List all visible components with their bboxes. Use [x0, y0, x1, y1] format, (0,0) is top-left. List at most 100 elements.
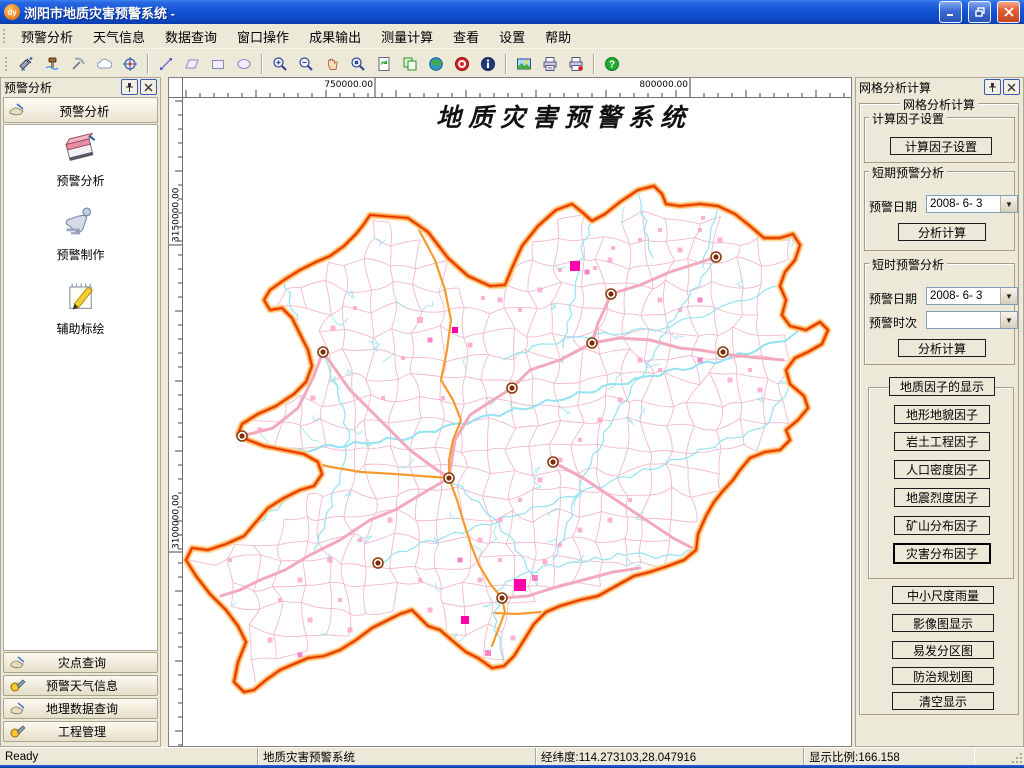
menubar: 预警分析 天气信息 数据查询 窗口操作 成果输出 测量计算 查看 设置 帮助 [0, 24, 1024, 49]
help-icon[interactable]: ? [600, 52, 624, 76]
short-time-date-combo[interactable]: 2008- 6- 3 ▼ [926, 287, 1018, 305]
bar-geo-data-query[interactable]: 地理数据查询 [3, 698, 158, 719]
left-panel: 预警分析 预警分析 预警分析 预警制作 辅助标绘 [0, 77, 161, 747]
warn-session-label: 预警时次 [869, 314, 917, 331]
right-panel-content: 网格分析计算 计算因子设置 计算因子设置 短期预警分析 预警日期 2008- 6… [856, 97, 1023, 746]
svg-text:?: ? [609, 59, 615, 70]
pin-icon[interactable] [121, 79, 138, 95]
menu-weather-info[interactable]: 天气信息 [83, 24, 155, 49]
bar-label: 灾点查询 [31, 654, 157, 671]
vertical-ruler: 3150000.003100000.00 [169, 98, 183, 746]
svg-text:3150000.00: 3150000.00 [172, 187, 182, 242]
clear-display-button[interactable]: 清空显示 [892, 692, 994, 710]
pin-icon[interactable] [984, 79, 1001, 95]
ellipse-icon[interactable] [232, 52, 256, 76]
line-icon[interactable] [154, 52, 178, 76]
susceptibility-map-button[interactable]: 易发分区图 [892, 641, 994, 659]
chevron-down-icon[interactable]: ▼ [1000, 288, 1017, 304]
left-splitter[interactable] [161, 77, 168, 747]
left-item-warning-analysis[interactable]: 预警分析 [56, 131, 104, 189]
group-label: 计算因子设置 [869, 110, 947, 127]
menu-help[interactable]: 帮助 [535, 24, 581, 49]
toolbar-separator [505, 54, 507, 74]
imagery-button[interactable]: 影像图显示 [892, 614, 994, 632]
toolbar-gripper [4, 56, 8, 72]
hammer-icon[interactable] [40, 52, 64, 76]
notebook-icon [62, 131, 98, 168]
menu-settings[interactable]: 设置 [489, 24, 535, 49]
bar-warning-weather-info[interactable]: 预警天气信息 [3, 675, 158, 696]
right-panel-title: 网格分析计算 [859, 79, 982, 96]
menu-warning-analysis[interactable]: 预警分析 [11, 24, 83, 49]
short-time-analyze-button[interactable]: 分析计算 [898, 339, 986, 357]
group-label: 短期预警分析 [869, 164, 947, 181]
geotech-factor-button[interactable]: 岩土工程因子 [894, 432, 990, 451]
right-panel-header: 网格分析计算 [856, 78, 1023, 96]
rect-icon[interactable] [206, 52, 230, 76]
zoom-out-icon[interactable] [294, 52, 318, 76]
left-panel-list: 预警分析 预警制作 辅助标绘 [3, 124, 158, 651]
menu-results-output[interactable]: 成果输出 [299, 24, 371, 49]
population-factor-button[interactable]: 人口密度因子 [894, 460, 990, 479]
satellite-icon[interactable] [14, 52, 38, 76]
pick-icon[interactable] [66, 52, 90, 76]
svg-text:800000.00: 800000.00 [639, 80, 688, 90]
terrain-factor-button[interactable]: 地形地貌因子 [894, 405, 990, 424]
menu-measure-calc[interactable]: 测量计算 [371, 24, 443, 49]
short-term-date-combo[interactable]: 2008- 6- 3 ▼ [926, 195, 1018, 213]
map-window: 750000.00800000.00 3150000.003100000.00 … [168, 77, 852, 747]
pan-hand-icon[interactable] [320, 52, 344, 76]
image-icon[interactable] [512, 52, 536, 76]
bar-label: 工程管理 [31, 723, 157, 740]
left-section-header[interactable]: 预警分析 [3, 97, 158, 123]
copy-icon[interactable] [398, 52, 422, 76]
hand-pen-icon [10, 702, 26, 715]
menu-view[interactable]: 查看 [443, 24, 489, 49]
short-term-analyze-button[interactable]: 分析计算 [898, 223, 986, 241]
polygon-icon[interactable] [180, 52, 204, 76]
close-button[interactable] [997, 1, 1020, 23]
restore-button[interactable] [968, 1, 991, 23]
refresh-icon[interactable] [372, 52, 396, 76]
left-item-aux-plot[interactable]: 辅助标绘 [56, 279, 104, 337]
horizontal-ruler: 750000.00800000.00 [183, 78, 851, 98]
map-canvas[interactable]: 地质灾害预警系统 [183, 98, 851, 746]
chevron-down-icon[interactable]: ▼ [1000, 196, 1017, 212]
group-label: 短时预警分析 [869, 256, 947, 273]
zoom-sel-icon[interactable] [346, 52, 370, 76]
close-panel-icon[interactable] [1003, 79, 1020, 95]
menu-data-query[interactable]: 数据查询 [155, 24, 227, 49]
disaster-factor-button[interactable]: 灾害分布因子 [893, 543, 991, 564]
cloud-icon[interactable] [92, 52, 116, 76]
stop-icon[interactable] [450, 52, 474, 76]
left-item-label: 预警制作 [56, 246, 104, 263]
menu-window-ops[interactable]: 窗口操作 [227, 24, 299, 49]
globe-icon[interactable] [424, 52, 448, 76]
rainfall-button[interactable]: 中小尺度雨量 [892, 586, 994, 604]
target-icon[interactable] [118, 52, 142, 76]
seismic-factor-button[interactable]: 地震烈度因子 [894, 488, 990, 507]
printer-red-icon[interactable] [564, 52, 588, 76]
bar-project-management[interactable]: 工程管理 [3, 721, 158, 742]
printer-icon[interactable] [538, 52, 562, 76]
mine-factor-button[interactable]: 矿山分布因子 [894, 516, 990, 535]
prevention-plan-button[interactable]: 防治规划图 [892, 667, 994, 685]
left-item-warning-making[interactable]: 预警制作 [56, 205, 104, 263]
left-panel-title: 预警分析 [4, 79, 119, 96]
window-title: 浏阳市地质灾害预警系统 - [24, 3, 933, 22]
left-panel-header: 预警分析 [1, 78, 160, 96]
zoom-in-icon[interactable] [268, 52, 292, 76]
status-coordinates: 经纬度:114.273103,28.047916 [536, 748, 804, 765]
bar-disaster-point-query[interactable]: 灾点查询 [3, 652, 158, 673]
resize-grip[interactable] [1010, 751, 1024, 765]
minimize-button[interactable] [939, 1, 962, 23]
app-icon: dy [4, 4, 20, 20]
chevron-down-icon[interactable]: ▼ [1000, 312, 1017, 328]
close-panel-icon[interactable] [140, 79, 157, 95]
gear-wrench-icon [10, 679, 26, 692]
geo-factor-display-button[interactable]: 地质因子的显示 [889, 377, 995, 396]
calc-factor-settings-button[interactable]: 计算因子设置 [890, 137, 992, 155]
info-icon[interactable] [476, 52, 500, 76]
app-window: dy 浏阳市地质灾害预警系统 - 预警分析 天气信息 数据查询 窗口操作 成果输… [0, 0, 1024, 768]
short-time-session-combo[interactable]: ▼ [926, 311, 1018, 329]
